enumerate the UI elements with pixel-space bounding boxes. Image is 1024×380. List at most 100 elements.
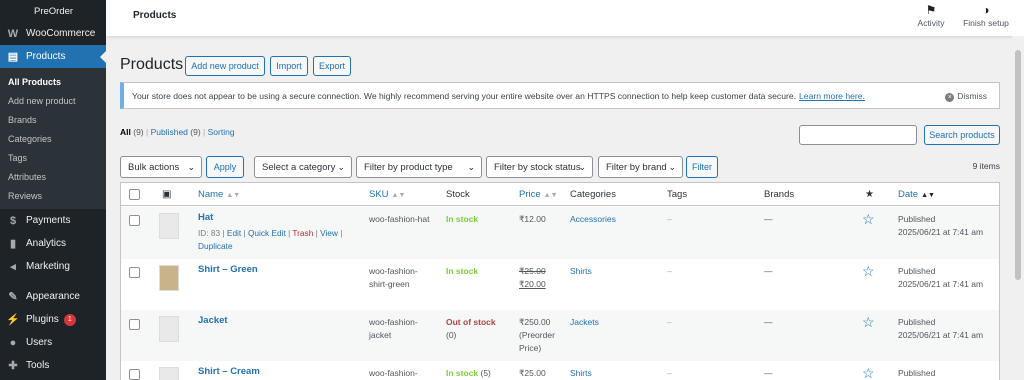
sidebar-item-analytics[interactable]: ▮ Analytics — [0, 232, 106, 255]
bulk-actions-select[interactable]: Bulk actions ⌄ — [120, 156, 202, 178]
product-name-link[interactable]: Shirt – Cream — [198, 365, 260, 378]
column-name[interactable]: Name ▲▼ — [198, 189, 240, 200]
tags-value: – — [667, 266, 672, 276]
sidebar-item-label: Products — [26, 51, 66, 62]
view-all-label: All — [120, 127, 131, 137]
price-value: ₹250.00 — [519, 317, 551, 327]
duplicate-link[interactable]: Duplicate — [198, 241, 233, 251]
sidebar-item-label: Appearance — [26, 291, 80, 302]
stock-status-value: Filter by stock status — [494, 161, 581, 173]
row-checkbox[interactable] — [129, 369, 140, 380]
view-link[interactable]: View — [320, 228, 338, 238]
trash-link[interactable]: Trash — [292, 228, 313, 238]
stock-status-select[interactable]: Filter by stock status ⌄ — [486, 156, 593, 178]
sidebar-item-appearance[interactable]: ✎ Appearance — [0, 285, 106, 308]
sort-desc-icon: ▲▼ — [921, 192, 935, 199]
product-thumbnail[interactable] — [159, 367, 179, 380]
row-checkbox[interactable] — [129, 267, 140, 278]
category-link[interactable]: Jackets — [570, 316, 599, 329]
submenu-all-products[interactable]: All Products — [0, 72, 106, 91]
main-content: Products Add new product Import Export Y… — [106, 36, 1012, 380]
chevron-down-icon: ⌄ — [337, 162, 345, 172]
submenu-attributes[interactable]: Attributes — [0, 167, 106, 186]
submenu-brands[interactable]: Brands — [0, 110, 106, 129]
sale-price: ₹20.00 — [519, 279, 546, 289]
sidebar-item-tools[interactable]: ✚ Tools — [0, 354, 106, 377]
view-published-count: (9) — [190, 127, 201, 137]
brand-select[interactable]: Filter by brand ⌄ — [598, 156, 683, 178]
filter-button[interactable]: Filter — [686, 156, 718, 178]
category-link[interactable]: Shirts — [570, 265, 592, 278]
featured-star-icon[interactable]: ☆ — [862, 264, 875, 278]
dismiss-button[interactable]: × Dismiss — [945, 91, 987, 102]
export-button[interactable]: Export — [313, 56, 351, 76]
sidebar-item-payments[interactable]: $ Payments — [0, 209, 106, 232]
featured-star-icon[interactable]: ☆ — [862, 366, 875, 380]
product-type-select[interactable]: Filter by product type ⌄ — [356, 156, 482, 178]
price-value: ₹25.00 — [519, 368, 546, 378]
sidebar-item-plugins[interactable]: ⚡ Plugins 1 — [0, 308, 106, 331]
search-input[interactable] — [799, 125, 917, 145]
stock-status: In stock — [446, 266, 479, 276]
submenu-tags[interactable]: Tags — [0, 148, 106, 167]
product-name-link[interactable]: Shirt – Green — [198, 263, 258, 276]
woocommerce-icon: W — [7, 27, 19, 40]
paintbrush-icon: ✎ — [8, 291, 18, 303]
submenu-add-new-product[interactable]: Add new product — [0, 91, 106, 110]
finish-setup-button[interactable]: ◑ Finish setup — [956, 2, 1016, 28]
row-checkbox[interactable] — [129, 215, 140, 226]
sidebar-item-woocommerce[interactable]: W WooCommerce — [0, 22, 106, 45]
table-header: ▣ Name ▲▼ SKU ▲▼ Stock Price ▲▼ Categories … — [121, 183, 999, 206]
sidebar-item-preorder[interactable]: PreOrder — [0, 0, 106, 22]
sidebar-item-label: Payments — [26, 215, 71, 226]
column-stock: Stock — [446, 189, 470, 200]
page-scrollbar[interactable] — [1012, 36, 1024, 380]
featured-star-icon[interactable]: ☆ — [862, 212, 875, 226]
import-button[interactable]: Import — [270, 56, 308, 76]
wrench-icon: ✚ — [8, 360, 18, 372]
product-thumbnail[interactable] — [159, 265, 179, 291]
column-price[interactable]: Price ▲▼ — [519, 189, 558, 200]
category-link[interactable]: Shirts — [570, 367, 592, 380]
brands-value: — — [764, 214, 773, 224]
view-sorting[interactable]: Sorting — [208, 127, 235, 137]
sidebar-item-products[interactable]: ▤ Products — [0, 45, 106, 68]
date-value: 2025/06/21 at 7:41 am — [898, 279, 984, 289]
https-notice: Your store does not appear to be using a… — [120, 82, 1000, 109]
sidebar-item-users[interactable]: ● Users — [0, 331, 106, 354]
scrollbar-thumb[interactable] — [1015, 50, 1021, 280]
view-all[interactable]: All (9) — [120, 127, 144, 137]
category-link[interactable]: Accessories — [570, 213, 616, 226]
quick-edit-link[interactable]: Quick Edit — [248, 228, 286, 238]
sidebar-item-label: WooCommerce — [26, 28, 96, 39]
submenu-reviews[interactable]: Reviews — [0, 186, 106, 205]
add-new-product-button[interactable]: Add new product — [185, 56, 265, 76]
tags-value: – — [667, 214, 672, 224]
featured-star-icon[interactable]: ☆ — [862, 315, 875, 329]
row-checkbox[interactable] — [129, 319, 140, 330]
view-published[interactable]: Published (9) — [151, 127, 201, 137]
apply-button[interactable]: Apply — [206, 156, 244, 178]
product-thumbnail[interactable] — [159, 213, 179, 239]
flag-icon: ⚑ — [925, 3, 937, 17]
select-all-checkbox[interactable] — [129, 189, 140, 200]
stock-status: Out of stock — [446, 317, 496, 327]
sidebar-item-marketing[interactable]: ◂ Marketing — [0, 255, 106, 278]
learn-more-link[interactable]: Learn more here. — [799, 91, 865, 101]
submenu-categories[interactable]: Categories — [0, 129, 106, 148]
activity-button[interactable]: ⚑ Activity — [901, 2, 961, 28]
product-type-value: Filter by product type — [364, 161, 453, 173]
edit-link[interactable]: Edit — [227, 228, 241, 238]
featured-column-icon: ★ — [865, 189, 874, 200]
search-products-button[interactable]: Search products — [924, 125, 1000, 145]
column-sku[interactable]: SKU ▲▼ — [369, 189, 405, 200]
date-status: Published — [898, 368, 936, 378]
product-id: ID: 83 — [198, 228, 221, 238]
column-date[interactable]: Date ▲▼ — [898, 189, 935, 200]
sku-value-line2: shirt-green — [369, 279, 410, 289]
product-name-link[interactable]: Jacket — [198, 314, 228, 327]
product-thumbnail[interactable] — [159, 316, 179, 342]
stock-count: (5) — [480, 368, 491, 378]
category-select[interactable]: Select a category ⌄ — [254, 156, 352, 178]
product-name-link[interactable]: Hat — [198, 211, 213, 224]
